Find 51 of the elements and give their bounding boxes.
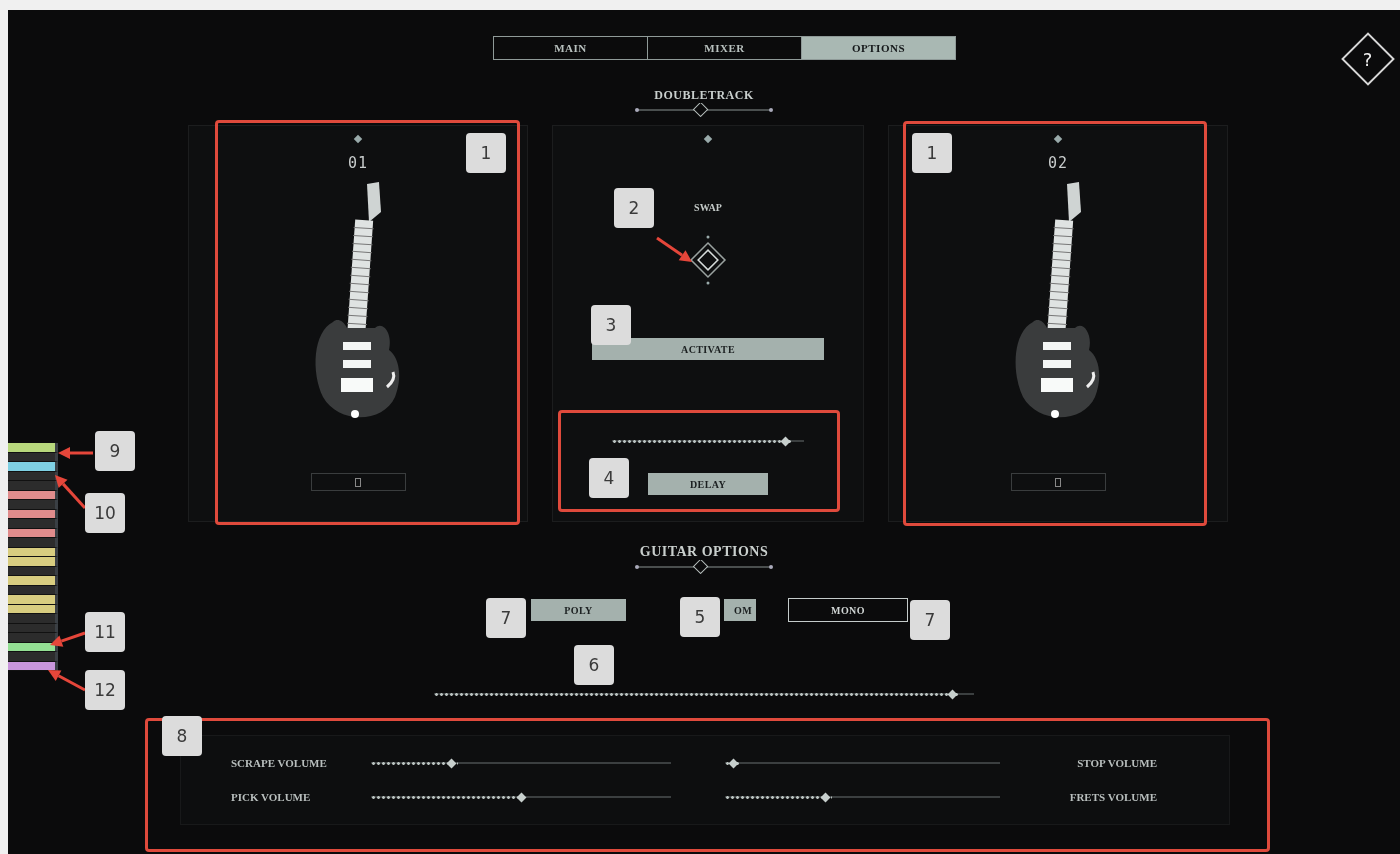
piano-key[interactable] — [8, 528, 58, 538]
volume-label: PICK VOLUME — [230, 791, 312, 803]
tab[interactable]: MAIN — [493, 36, 648, 60]
mode-button[interactable]: POLY — [531, 599, 626, 621]
activate-button[interactable]: ACTIVATE — [592, 338, 824, 360]
piano-key[interactable] — [8, 604, 58, 614]
callout-label: 12 — [85, 670, 125, 710]
pointer-arrow — [58, 447, 93, 459]
callout-label: 4 — [589, 458, 629, 498]
slot-number: 02 — [1047, 154, 1069, 172]
section-title: DOUBLETRACK — [654, 88, 754, 103]
callout-label: 1 — [466, 133, 506, 173]
piano-key[interactable] — [8, 661, 58, 671]
piano-key[interactable] — [8, 642, 58, 652]
pointer-arrow — [50, 631, 86, 647]
slot-glyph-icon — [1055, 477, 1061, 487]
piano-key[interactable] — [8, 490, 58, 500]
callout-label: 10 — [85, 493, 125, 533]
help-button[interactable]: ? — [1341, 32, 1395, 86]
callout-label: 11 — [85, 612, 125, 652]
callout-label: 1 — [912, 133, 952, 173]
piano-key[interactable] — [8, 509, 58, 519]
swap-label: SWAP — [694, 202, 722, 213]
callout-label: 8 — [162, 716, 202, 756]
pointer-arrow — [48, 670, 86, 692]
callout-label: 7 — [486, 598, 526, 638]
section-title: GUITAR OPTIONS — [639, 544, 769, 560]
callout-label: 3 — [591, 305, 631, 345]
piano-key[interactable] — [8, 547, 58, 557]
mode-button[interactable]: OM — [724, 599, 756, 621]
volume-label: FRETS VOLUME — [1068, 791, 1158, 803]
piano-key[interactable] — [8, 576, 58, 586]
tab[interactable]: MIXER — [647, 36, 802, 60]
piano-key[interactable] — [8, 557, 58, 567]
volume-label: SCRAPE VOLUME — [230, 757, 328, 769]
pointer-arrow — [55, 475, 87, 509]
slot-glyph-icon — [355, 477, 361, 487]
callout-label: 2 — [614, 188, 654, 228]
callout-label: 5 — [680, 597, 720, 637]
delay-button[interactable]: DELAY — [648, 473, 768, 495]
callout-label: 6 — [574, 645, 614, 685]
piano-key[interactable] — [8, 443, 58, 453]
mode-button[interactable]: MONO — [789, 599, 907, 621]
callout-label: 7 — [910, 600, 950, 640]
tab[interactable]: OPTIONS — [801, 36, 956, 60]
piano-key[interactable] — [8, 595, 58, 605]
pointer-arrow — [656, 236, 692, 262]
callout-label: 9 — [95, 431, 135, 471]
volume-label: STOP VOLUME — [1076, 757, 1158, 769]
piano-key[interactable] — [8, 462, 58, 472]
slot-number: 01 — [347, 154, 369, 172]
